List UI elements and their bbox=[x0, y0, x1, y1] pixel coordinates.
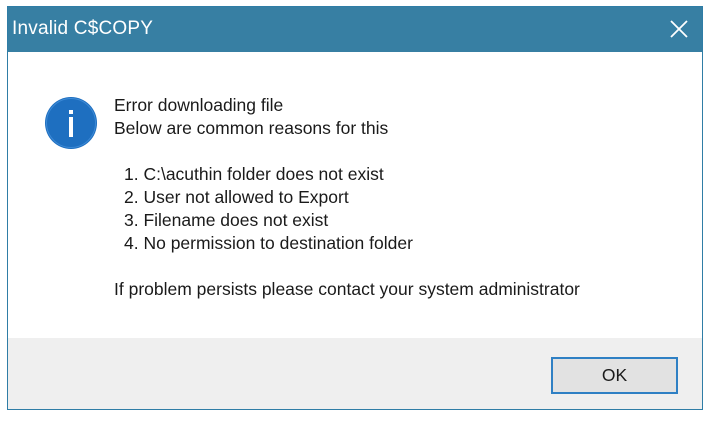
reason-item: 4. No permission to destination folder bbox=[124, 233, 413, 253]
footer-note: If problem persists please contact your … bbox=[114, 279, 580, 299]
message-heading: Error downloading file bbox=[114, 95, 284, 115]
ok-button[interactable]: OK bbox=[551, 357, 678, 394]
close-icon bbox=[670, 20, 688, 38]
message-dialog: Invalid C$COPY Error downloading file Be… bbox=[7, 6, 703, 410]
reason-item: 3. Filename does not exist bbox=[124, 210, 329, 230]
button-bar: OK bbox=[8, 338, 702, 409]
info-icon bbox=[44, 96, 98, 150]
reason-item: 1. C:\acuthin folder does not exist bbox=[124, 164, 384, 184]
message-subheading: Below are common reasons for this bbox=[114, 118, 389, 138]
title-bar[interactable]: Invalid C$COPY bbox=[8, 7, 702, 52]
close-button[interactable] bbox=[656, 7, 702, 52]
reason-item: 2. User not allowed to Export bbox=[124, 187, 349, 207]
window-title: Invalid C$COPY bbox=[12, 18, 154, 39]
